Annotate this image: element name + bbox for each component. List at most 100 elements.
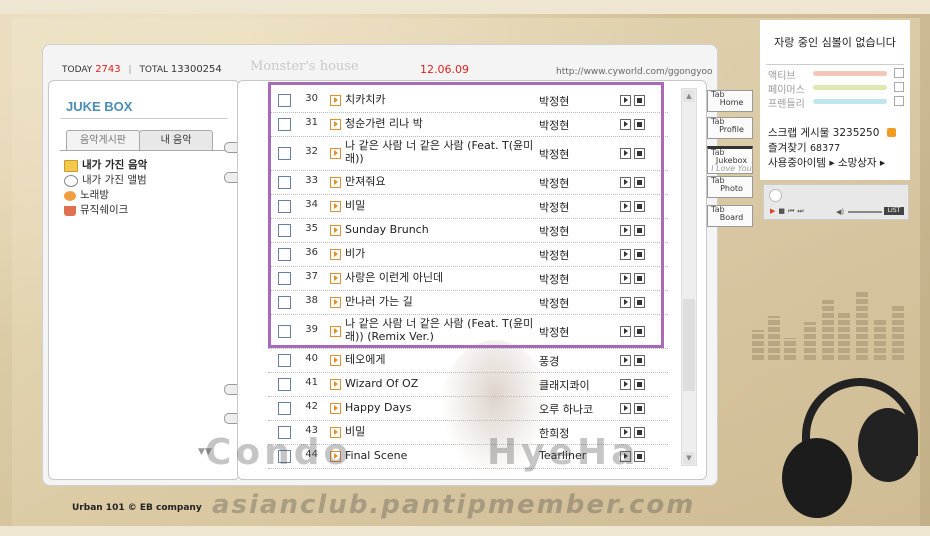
song-checkbox[interactable] — [278, 378, 291, 391]
site-title: Monster's house — [250, 59, 359, 74]
earcup-shape — [858, 408, 918, 482]
item-links: 사용중아이템 ▸ 소망상자 ▸ — [768, 155, 885, 170]
wish-box-link[interactable]: 소망상자 — [838, 157, 877, 169]
status-box: 자랑 중인 심볼이 없습니다 액티브 페이머스 프렌들리 스크랩 게시물 323… — [760, 20, 910, 180]
scroll-down-icon[interactable]: ▼ — [683, 452, 695, 464]
scrap-label: 스크랩 게시물 — [768, 127, 830, 139]
watermark-right: HyeHa — [487, 432, 640, 473]
song-artist: 풍경 — [539, 355, 560, 368]
music-player: ▶■⏮⏭ ◀) LIST — [763, 184, 909, 220]
bar-toggle-icon[interactable] — [894, 96, 904, 106]
favorites-label: 즐겨찾기 — [768, 142, 807, 154]
nav-tab-profile[interactable]: Tab Profile — [707, 117, 753, 139]
player-controls: ▶■⏮⏭ — [770, 207, 807, 216]
bar-toggle-icon[interactable] — [894, 82, 904, 92]
scrap-count[interactable]: 스크랩 게시물 3235250 — [768, 125, 896, 140]
menu-item-my-songs[interactable]: 내가 가진 음악 — [64, 158, 147, 173]
bar-fill — [813, 85, 887, 90]
song-title[interactable]: Happy Days — [345, 401, 535, 414]
volume-icon: ◀) — [836, 208, 845, 216]
nav-tab-photo[interactable]: Tab Photo — [707, 176, 753, 198]
total-label: TOTAL — [139, 65, 168, 75]
scroll-thumb[interactable] — [683, 299, 695, 391]
play-button-icon[interactable] — [620, 379, 631, 390]
header-date: 12.06.09 — [420, 63, 469, 76]
watermark-left: Condo — [205, 432, 353, 473]
stop-button-icon[interactable] — [634, 403, 645, 414]
menu-item-karaoke[interactable]: 노래방 — [64, 188, 147, 203]
play-button-icon[interactable] — [620, 355, 631, 366]
song-checkbox[interactable] — [278, 354, 291, 367]
counter-separator: | — [128, 65, 132, 75]
bar-fill — [813, 71, 887, 76]
menu-item-my-albums[interactable]: 내가 가진 앨범 — [64, 173, 147, 188]
activity-bar-active: 액티브 — [768, 67, 904, 82]
song-artist: 클래지콰이 — [539, 379, 590, 392]
favorites-count[interactable]: 즐겨찾기 68377 — [768, 140, 840, 155]
song-title[interactable]: 테오에게 — [345, 353, 535, 366]
scrap-value: 3235250 — [832, 127, 880, 139]
volume-slider[interactable] — [848, 211, 882, 213]
footer-credit: Urban 101 © EB company — [72, 503, 202, 513]
prev-icon[interactable]: ⏮ — [788, 207, 797, 215]
equalizer-decoration — [752, 280, 922, 360]
bar-toggle-icon[interactable] — [894, 68, 904, 78]
nav-tab-label: Board — [719, 213, 744, 222]
song-play-icon[interactable] — [330, 379, 341, 390]
tab-divider — [60, 150, 230, 151]
jukebox-subtitle: I Love You — [711, 164, 752, 173]
stop-icon[interactable]: ■ — [778, 207, 788, 215]
menu-item-label: 내가 가진 음악 — [82, 159, 148, 171]
stop-button-icon[interactable] — [634, 355, 645, 366]
folder-icon — [64, 159, 78, 172]
song-list-scrollbar[interactable]: ▲ ▼ — [681, 88, 697, 466]
menu-item-label: 뮤직쉐이크 — [80, 204, 129, 216]
symbol-status: 자랑 중인 심볼이 없습니다 — [774, 36, 896, 49]
arrow-right-icon: ▸ — [829, 157, 835, 169]
song-play-icon[interactable] — [330, 355, 341, 366]
jukebox-title: JUKE BOX — [66, 99, 133, 114]
tab-music-board[interactable]: 음악게시판 — [66, 130, 140, 151]
song-number: 41 — [305, 377, 318, 388]
next-icon[interactable]: ⏭ — [797, 207, 806, 215]
nav-tab-label: Home — [719, 98, 744, 107]
song-checkbox[interactable] — [278, 402, 291, 415]
bar-fill — [813, 99, 887, 104]
cup-icon — [64, 205, 76, 216]
total-value: 13300254 — [170, 64, 222, 75]
activity-bar-friendly: 프렌들리 — [768, 95, 904, 110]
nav-tab-home[interactable]: Tab Home — [707, 90, 753, 112]
headphones-decoration — [782, 378, 922, 528]
bar-label: 프렌들리 — [768, 99, 805, 110]
nav-tab-jukebox[interactable]: Tab Jukebox I Love You — [707, 146, 753, 174]
bar-label: 액티브 — [768, 71, 796, 82]
song-row[interactable]: 42 Happy Days 오루 하나코 — [268, 396, 668, 421]
song-number: 40 — [305, 353, 318, 364]
activity-bar-famous: 페이머스 — [768, 81, 904, 96]
nav-tab-label: Photo — [720, 184, 743, 193]
homepage-url[interactable]: http://www.cyworld.com/ggongyoo — [556, 67, 713, 77]
selection-highlight — [268, 82, 664, 348]
nav-tab-board[interactable]: Tab Board — [707, 205, 753, 227]
play-button-icon[interactable] — [620, 403, 631, 414]
cd-icon — [769, 189, 782, 202]
tab-my-music[interactable]: 내 음악 — [139, 130, 213, 151]
song-row[interactable]: 40 테오에게 풍경 — [268, 348, 668, 373]
scroll-up-icon[interactable]: ▲ — [683, 90, 695, 102]
today-value: 2743 — [95, 64, 121, 75]
visit-counter: TODAY 2743 | TOTAL 13300254 — [62, 64, 222, 75]
earcup-shape — [782, 438, 852, 518]
stop-button-icon[interactable] — [634, 379, 645, 390]
scrap-badge-icon — [886, 128, 896, 137]
menu-item-musicshake[interactable]: 뮤직쉐이크 — [64, 203, 147, 218]
bulb-icon — [64, 190, 76, 201]
bar-label: 페이머스 — [768, 85, 805, 96]
items-in-use-link[interactable]: 사용중아이템 — [768, 157, 826, 169]
song-row[interactable]: 41 Wizard Of OZ 클래지콰이 — [268, 372, 668, 397]
arrow-right-icon: ▸ — [879, 157, 886, 169]
jukebox-menu: 내가 가진 음악 내가 가진 앨범 노래방 뮤직쉐이크 — [64, 158, 147, 218]
song-title[interactable]: Wizard Of OZ — [345, 377, 535, 390]
playlist-button[interactable]: LIST — [884, 207, 904, 215]
title-divider — [60, 118, 228, 119]
song-play-icon[interactable] — [330, 403, 341, 414]
